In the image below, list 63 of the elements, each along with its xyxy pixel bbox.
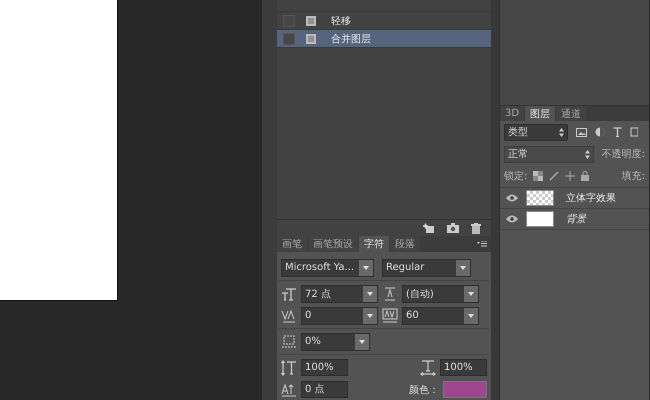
leading-dropdown[interactable]: (自动) [402,284,479,302]
camera-icon[interactable] [447,223,459,233]
panel-tab[interactable]: 画笔 [277,236,307,252]
blend-mode-dropdown[interactable]: 正常 [504,146,594,162]
lock-transparent-icon[interactable] [533,171,544,181]
tsume-icon [281,334,297,350]
shape-icon[interactable] [630,127,638,137]
horizontal-scale-field[interactable]: 100% [440,359,487,376]
brush-icon[interactable] [549,171,560,181]
layer-row[interactable]: 立体字效果 [500,187,649,208]
color-swatch[interactable] [443,381,487,398]
caret-icon [359,340,365,344]
eye-icon[interactable] [506,194,518,202]
layer-thumbnail [526,190,554,206]
stepper-icon [584,150,590,158]
baseline-shift-icon [281,382,297,398]
panel-tab[interactable]: 字符 [359,236,389,252]
checkbox-icon [283,32,295,44]
font-size-dropdown[interactable]: 72 点 [301,284,378,302]
color-label: 颜色： [409,384,439,396]
panel-tab[interactable]: 图层 [525,106,556,121]
panel-tab[interactable]: 通道 [556,106,586,121]
layer-thumbnail [526,211,554,227]
eye-icon[interactable] [506,215,518,223]
font-style-dropdown[interactable]: Regular [382,258,471,276]
panel-tab[interactable]: 3D [500,106,524,121]
lock-label: 锁定: [504,170,528,183]
new-document-icon[interactable] [423,222,435,234]
panel-tab[interactable]: 画笔预设 [308,236,358,252]
layer-row[interactable]: 背景 [500,208,649,229]
lock-icon[interactable] [581,171,590,181]
panel-menu-icon[interactable] [477,241,487,247]
font-size-icon [281,286,297,302]
image-icon[interactable] [576,128,587,136]
document-icon [305,14,317,26]
vertical-scale-icon [281,360,297,376]
kerning-dropdown[interactable]: 0 [301,306,378,324]
font-family-dropdown[interactable]: Microsoft Ya... [281,258,374,276]
move-icon[interactable] [565,171,576,181]
adjustment-icon[interactable] [595,127,605,137]
caret-icon [468,314,474,318]
vertical-scale-field[interactable]: 100% [301,359,348,376]
stepper-icon [559,128,564,136]
leading-icon [382,286,398,302]
caret-icon [367,314,373,318]
horizontal-scale-icon [420,360,436,376]
kerning-icon [281,308,297,324]
panel-tab[interactable]: 段落 [390,236,420,252]
fill-label: 填充: [622,170,645,183]
document-icon [305,32,317,44]
caret-icon [468,292,474,296]
trash-icon[interactable] [471,222,481,234]
layer-filter-dropdown[interactable]: 类型 [504,124,568,140]
opacity-label: 不透明度: [602,148,645,161]
caret-icon [363,266,369,270]
tracking-dropdown[interactable]: 60 [402,306,479,324]
baseline-shift-field[interactable]: 0 点 [301,381,348,398]
caret-icon [367,292,373,296]
tsume-dropdown[interactable]: 0% [301,332,370,350]
history-row[interactable]: 合并图层 [277,30,491,48]
tracking-icon [382,308,398,324]
text-layer-icon[interactable] [613,127,622,137]
caret-icon [460,266,466,270]
